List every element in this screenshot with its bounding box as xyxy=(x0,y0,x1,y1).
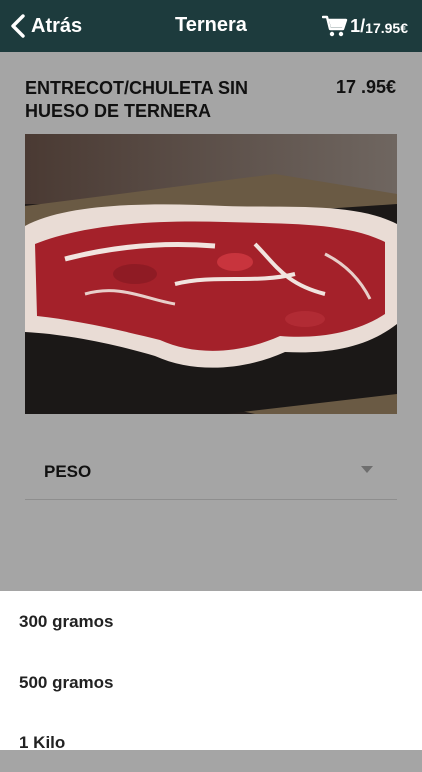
top-navigation-bar: Atrás Ternera 1 / 17.95€ xyxy=(0,0,422,52)
shopping-cart-icon xyxy=(322,15,348,37)
product-price: 17 .95€ xyxy=(335,77,396,97)
weight-select[interactable]: PESO xyxy=(25,447,397,500)
option-label: 500 gramos xyxy=(19,673,114,692)
weight-options-sheet: 300 gramos 500 gramos 1 Kilo xyxy=(0,591,422,752)
option-label: 300 gramos xyxy=(19,612,114,631)
option-label: 1 Kilo xyxy=(19,733,66,752)
cart-button[interactable]: 1 / 17.95€ xyxy=(322,13,408,39)
cart-total: 17.95€ xyxy=(365,20,408,36)
weight-select-label: PESO xyxy=(44,462,92,481)
option-500-gramos[interactable]: 500 gramos xyxy=(0,652,422,712)
product-detail: ENTRECOT/CHULETA SIN HUESO DE TERNERA 17… xyxy=(0,52,422,591)
product-image xyxy=(25,134,397,414)
beef-steak-photo xyxy=(25,134,397,414)
back-button[interactable]: Atrás xyxy=(10,13,82,39)
cart-count: 1 xyxy=(350,15,361,36)
product-name: ENTRECOT/CHULETA SIN HUESO DE TERNERA xyxy=(25,78,248,121)
dropdown-caret-icon xyxy=(361,466,373,473)
option-1-kilo[interactable]: 1 Kilo xyxy=(0,712,422,772)
chevron-left-icon xyxy=(11,14,25,38)
back-label: Atrás xyxy=(31,14,83,37)
option-300-gramos[interactable]: 300 gramos xyxy=(0,591,422,651)
